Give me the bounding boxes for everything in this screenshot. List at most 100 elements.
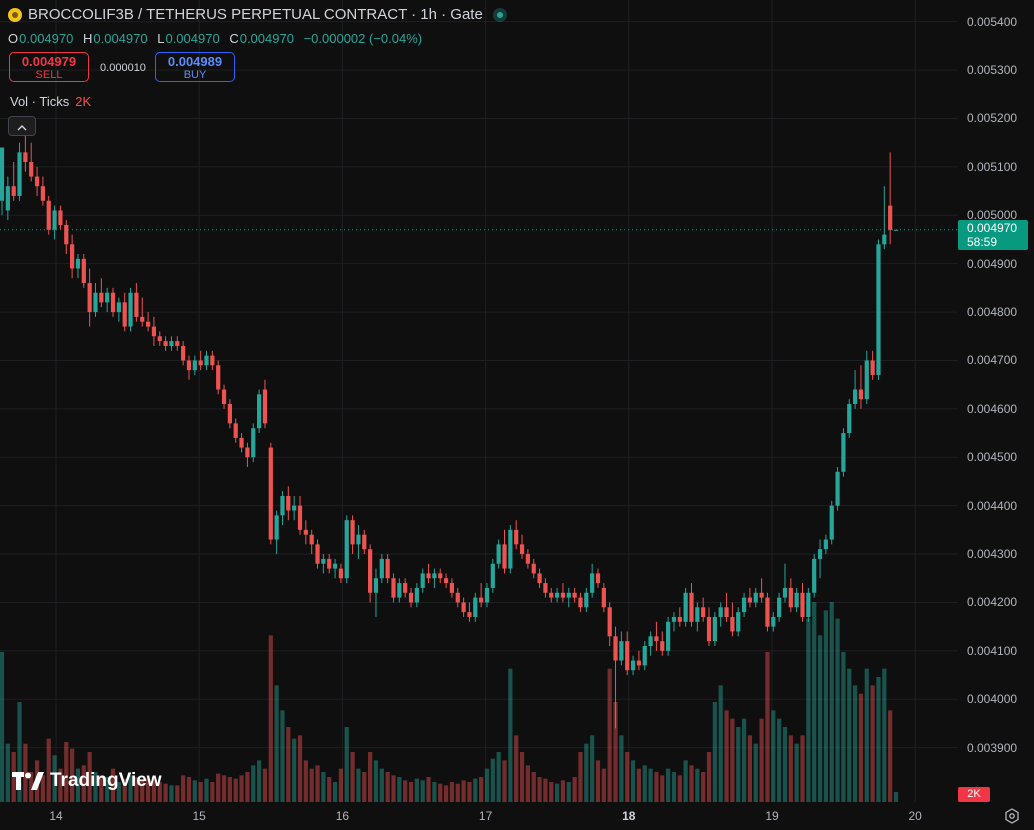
volume-bar: [812, 602, 817, 802]
volume-bar: [747, 735, 753, 802]
volume-bar: [736, 727, 741, 802]
candle-body: [543, 583, 548, 593]
open-value: 0.004970: [19, 31, 74, 46]
candle-body: [332, 563, 338, 569]
volume-bar: [169, 785, 174, 802]
volume-bar: [408, 782, 414, 802]
bar-countdown: 58:59: [967, 235, 998, 249]
volume-bar: [221, 775, 227, 802]
time-tick-label: 16: [335, 809, 350, 823]
candle-body: [350, 520, 355, 545]
volume-bar: [794, 743, 799, 802]
volume-bar: [192, 780, 197, 802]
volume-bar: [432, 782, 437, 802]
volume-bar: [595, 760, 601, 802]
volume-bar: [268, 635, 273, 802]
candle-body: [648, 636, 653, 647]
candle-body: [823, 539, 828, 550]
candle-body: [23, 152, 28, 163]
volume-bar: [829, 602, 834, 802]
candle-body: [683, 592, 688, 622]
open-label: O: [8, 31, 19, 46]
volume-bar: [473, 778, 478, 802]
candle-body: [496, 544, 501, 564]
candle-body: [712, 616, 717, 642]
settings-gear-icon[interactable]: [1004, 808, 1020, 824]
volume-bar: [216, 773, 221, 802]
candle-body: [344, 520, 349, 579]
candle-body: [671, 616, 677, 622]
candle-body: [93, 292, 98, 313]
candle-body: [239, 437, 244, 448]
candle-body: [128, 292, 133, 327]
volume-bar: [443, 785, 449, 802]
volume-bar: [625, 752, 630, 802]
volume-bar: [847, 668, 852, 802]
volume-bar: [163, 783, 168, 802]
volume-bar: [648, 768, 653, 802]
volume-bar: [175, 785, 180, 802]
tradingview-logo[interactable]: TradingView: [12, 770, 162, 792]
volume-bar: [449, 782, 455, 802]
candle-body: [847, 404, 852, 434]
candle-body: [432, 573, 437, 579]
candle-body: [747, 597, 753, 603]
candle-body: [186, 360, 192, 371]
candle-body: [198, 360, 203, 366]
time-tick-label: 15: [192, 809, 206, 823]
volume-bar: [759, 718, 764, 802]
price-tick-label: 0.004700: [967, 353, 1018, 368]
candle-body: [590, 573, 595, 593]
volume-bar: [531, 772, 536, 802]
volume-bar: [508, 668, 513, 802]
candle-body: [876, 244, 881, 375]
candle-body: [554, 592, 560, 598]
volume-bar: [858, 693, 864, 802]
volume-bar: [233, 778, 238, 802]
candle-body: [362, 534, 367, 550]
candlestick-chart[interactable]: [0, 0, 1034, 830]
candle-body: [782, 587, 788, 598]
volume-legend[interactable]: Vol · Ticks 2K: [10, 94, 91, 109]
price-tick-label: 0.004100: [967, 643, 1018, 658]
candle-body: [438, 573, 443, 579]
volume-bar: [712, 702, 717, 802]
candle-body: [292, 505, 297, 511]
time-tick-label: 17: [478, 809, 493, 823]
volume-bar: [379, 768, 384, 802]
candle-body: [216, 365, 221, 390]
candle-body: [151, 326, 157, 337]
collapse-legend-button[interactable]: [8, 116, 36, 136]
candle-body: [724, 607, 729, 617]
candle-body: [455, 592, 460, 603]
candle-body: [666, 621, 671, 651]
sell-button[interactable]: 0.004979 SELL: [9, 52, 89, 82]
buy-button[interactable]: 0.004989 BUY: [155, 52, 235, 82]
sell-label: SELL: [35, 69, 63, 81]
volume-bar: [484, 768, 490, 802]
volume-axis-tag: 2K: [958, 787, 990, 802]
volume-bar: [566, 782, 571, 802]
volume-bar: [256, 760, 262, 802]
candle-body: [549, 592, 554, 598]
volume-bar: [519, 752, 525, 802]
candle-body: [373, 578, 379, 593]
candle-body: [408, 592, 414, 603]
price-tick-label: 0.004000: [967, 692, 1018, 707]
candle-body: [368, 549, 373, 593]
volume-bar: [210, 782, 215, 802]
volume-bar: [549, 782, 554, 802]
candle-body: [426, 573, 431, 579]
volume-bar: [251, 765, 256, 802]
candle-body: [537, 573, 542, 584]
candle-body: [619, 641, 624, 661]
volume-bar: [636, 768, 642, 802]
volume-bar: [397, 777, 402, 802]
symbol-title[interactable]: BROCCOLIF3B / TETHERUS PERPETUAL CONTRAC…: [8, 6, 507, 23]
volume-bar: [5, 743, 10, 802]
tradingview-logo-icon: [12, 772, 44, 790]
candle-body: [0, 147, 5, 201]
candle-body: [882, 234, 887, 245]
candle-body: [122, 302, 127, 327]
volume-bar: [455, 783, 460, 802]
